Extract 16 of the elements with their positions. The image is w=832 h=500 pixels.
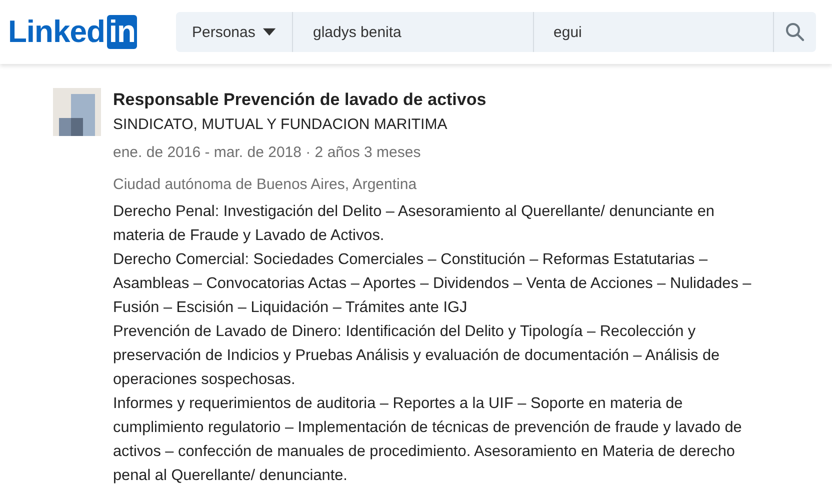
logo[interactable]: Linked in bbox=[8, 14, 176, 50]
location: Ciudad autónoma de Buenos Aires, Argentina bbox=[113, 175, 418, 195]
category-dropdown[interactable]: Personas bbox=[176, 12, 293, 52]
job-title: Responsable Prevención de lavado de activos bbox=[113, 89, 488, 111]
description-paragraph: Prevención de Lavado de Dinero: Identificación del Delito y Tipología – Recolección y preservación de Indicios y Pruebas Análisis y evaluación de documentación – Análisis de operaciones sospechosas. bbox=[113, 322, 721, 390]
first-name-field[interactable]: gladys benita bbox=[293, 12, 534, 52]
search-icon bbox=[785, 22, 806, 42]
description-paragraph: Derecho Comercial: Sociedades Comerciales – Constitución – Reformas Estatutarias – Asambleas – Convocatorias Actas – Aportes – Dividendos – Venta de Acciones – Nulidades – Fusión – Escisión – Liquidación – Trámites ante IGJ bbox=[113, 250, 752, 318]
caret-icon bbox=[263, 28, 276, 36]
description-paragraph: Informes y requerimientos de auditoria – Reportes a la UIF – Soporte en materia de cumplimiento regulatorio – Implementación de técnicas de prevención de fraude y lavado de activos – confección de manuales de procedimiento. Asesoramiento en Materia de derecho penal al Querellante/ denunciante. bbox=[113, 394, 743, 486]
last-name-field[interactable]: egui bbox=[534, 12, 774, 52]
company-name: SINDICATO, MUTUAL Y FUNDACION MARITIMA bbox=[113, 115, 448, 135]
description-paragraph: Derecho Penal: Investigación del Delito – Asesoramiento al Querellante/ denunciante en materia de Fraude y Lavado de Activos. bbox=[113, 202, 716, 246]
company-logo-icon bbox=[53, 88, 101, 136]
date-range: ene. de 2016 - mar. de 2018 · 2 años 3 meses bbox=[113, 143, 422, 163]
search-button[interactable] bbox=[774, 12, 816, 52]
